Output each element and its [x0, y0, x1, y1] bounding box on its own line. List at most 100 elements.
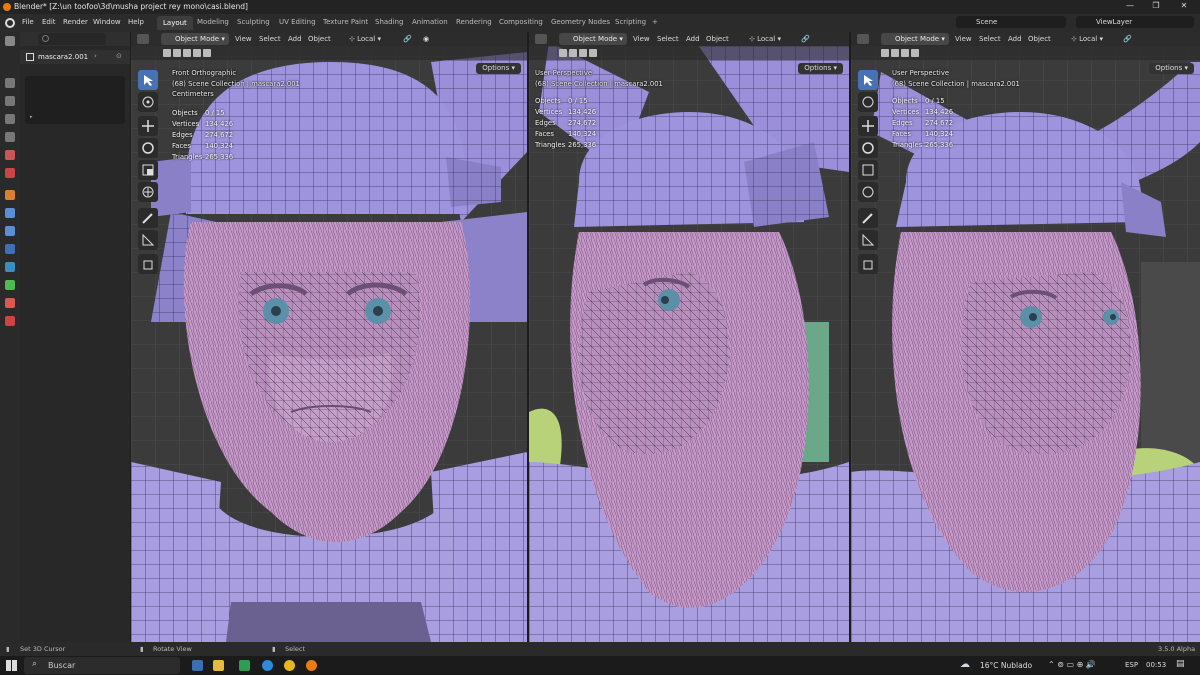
constraints-icon[interactable]	[5, 262, 15, 272]
texture-icon[interactable]	[5, 316, 15, 326]
select-invert-icon[interactable]	[589, 49, 597, 57]
rotate-tool[interactable]	[858, 138, 878, 158]
select-extend-icon[interactable]	[173, 49, 181, 57]
physics-icon[interactable]	[5, 244, 15, 254]
annotate-tool[interactable]	[138, 208, 158, 228]
orientation-dropdown[interactable]: ⊹ Local ▾	[1071, 35, 1103, 43]
add-workspace-button[interactable]: +	[652, 18, 658, 26]
chevron-right-icon[interactable]: ›	[94, 52, 97, 60]
editor-type-icon-vp3[interactable]	[857, 34, 869, 44]
orientation-dropdown[interactable]: ⊹ Local ▾	[349, 35, 381, 43]
select-subtract-icon[interactable]	[901, 49, 909, 57]
tab-uv-editing[interactable]: UV Editing	[279, 18, 316, 26]
proportional-edit-icon[interactable]: ◉	[423, 35, 429, 43]
menu-render[interactable]: Render	[63, 18, 88, 26]
close-icon[interactable]: ✕	[1174, 1, 1194, 13]
menu-object[interactable]: Object	[308, 35, 331, 43]
menu-file[interactable]: File	[22, 18, 34, 26]
snap-icon[interactable]: 🔗	[1123, 35, 1132, 43]
tab-modeling[interactable]: Modeling	[197, 18, 229, 26]
menu-view[interactable]: View	[633, 35, 650, 43]
transform-tool[interactable]	[138, 182, 158, 202]
menu-object[interactable]: Object	[1028, 35, 1051, 43]
task-view-icon[interactable]	[192, 660, 203, 671]
cursor-tool[interactable]	[858, 92, 878, 112]
scene-selector[interactable]: Scene	[956, 16, 1066, 28]
edge-icon[interactable]	[262, 660, 273, 671]
options-button[interactable]: Options ▾	[798, 63, 843, 74]
tab-compositing[interactable]: Compositing	[499, 18, 543, 26]
select-tool[interactable]	[858, 70, 878, 90]
blender-menu-icon[interactable]	[5, 18, 15, 28]
transform-tool[interactable]	[858, 182, 878, 202]
minimize-icon[interactable]: —	[1120, 1, 1140, 13]
expand-arrow-icon[interactable]: ▸	[30, 114, 33, 120]
object-row[interactable]: mascara2.001 › ⊙	[20, 50, 130, 64]
tab-sculpting[interactable]: Sculpting	[237, 18, 270, 26]
menu-view[interactable]: View	[955, 35, 972, 43]
menu-add[interactable]: Add	[1008, 35, 1022, 43]
taskbar-search[interactable]: ⌕ Buscar	[24, 657, 180, 674]
tab-texture-paint[interactable]: Texture Paint	[323, 18, 368, 26]
menu-object[interactable]: Object	[706, 35, 729, 43]
editor-type-icon[interactable]	[5, 36, 15, 46]
select-extend-icon[interactable]	[891, 49, 899, 57]
properties-search-input[interactable]	[38, 33, 106, 45]
move-tool[interactable]	[138, 116, 158, 136]
menu-add[interactable]: Add	[288, 35, 302, 43]
tab-scripting[interactable]: Scripting	[615, 18, 646, 26]
object-mode-dropdown[interactable]: Object Mode ▾	[559, 33, 627, 45]
annotate-tool[interactable]	[858, 208, 878, 228]
object-mode-dropdown[interactable]: Object Mode ▾	[881, 33, 949, 45]
menu-select[interactable]: Select	[979, 35, 1001, 43]
menu-edit[interactable]: Edit	[42, 18, 56, 26]
add-cube-tool[interactable]	[138, 254, 158, 274]
viewlayer-selector[interactable]: ViewLayer	[1076, 16, 1194, 28]
file-explorer-icon[interactable]	[213, 660, 224, 671]
options-button[interactable]: Options ▾	[476, 63, 521, 74]
menu-select[interactable]: Select	[657, 35, 679, 43]
menu-add[interactable]: Add	[686, 35, 700, 43]
measure-tool[interactable]	[138, 230, 158, 250]
windows-start-icon[interactable]	[6, 660, 17, 671]
rotate-tool[interactable]	[138, 138, 158, 158]
select-intersect-icon[interactable]	[203, 49, 211, 57]
tab-layout[interactable]: Layout	[157, 16, 193, 30]
select-invert-icon[interactable]	[193, 49, 201, 57]
snap-icon[interactable]: 🔗	[403, 35, 412, 43]
scene-icon[interactable]	[5, 150, 15, 160]
move-tool[interactable]	[858, 116, 878, 136]
viewport-user-2[interactable]: Object Mode ▾ View Select Add Object ⊹ L…	[851, 32, 1200, 642]
tab-animation[interactable]: Animation	[412, 18, 448, 26]
viewport-front[interactable]: Object Mode ▾ View Select Add Object ⊹ L…	[131, 32, 527, 642]
blender-task-icon[interactable]	[306, 660, 317, 671]
tab-shading[interactable]: Shading	[375, 18, 403, 26]
modifier-icon[interactable]	[5, 208, 15, 218]
store-icon[interactable]	[239, 660, 250, 671]
notification-icon[interactable]: ▤	[1176, 659, 1185, 669]
clock-label[interactable]: 00:53	[1146, 661, 1166, 669]
material-icon[interactable]	[5, 298, 15, 308]
object-mode-dropdown[interactable]: Object Mode ▾	[161, 33, 229, 45]
select-box-icon[interactable]	[881, 49, 889, 57]
menu-select[interactable]: Select	[259, 35, 281, 43]
render-icon[interactable]	[5, 96, 15, 106]
viewport-user-1[interactable]: Object Mode ▾ View Select Add Object ⊹ L…	[529, 32, 849, 642]
menu-window[interactable]: Window	[93, 18, 121, 26]
editor-type-icon-vp1[interactable]	[137, 34, 149, 44]
output-icon[interactable]	[5, 114, 15, 124]
scale-tool[interactable]	[138, 160, 158, 180]
object-icon[interactable]	[5, 190, 15, 200]
pin-icon[interactable]: ⊙	[116, 52, 122, 60]
orientation-dropdown[interactable]: ⊹ Local ▾	[749, 35, 781, 43]
tab-geometry-nodes[interactable]: Geometry Nodes	[551, 18, 610, 26]
tab-rendering[interactable]: Rendering	[456, 18, 492, 26]
menu-view[interactable]: View	[235, 35, 252, 43]
tool-settings-icon[interactable]	[5, 78, 15, 88]
select-box-icon[interactable]	[559, 49, 567, 57]
select-subtract-icon[interactable]	[579, 49, 587, 57]
select-box-icon[interactable]	[163, 49, 171, 57]
data-icon[interactable]	[5, 280, 15, 290]
select-subtract-icon[interactable]	[183, 49, 191, 57]
view-layer-icon[interactable]	[5, 132, 15, 142]
